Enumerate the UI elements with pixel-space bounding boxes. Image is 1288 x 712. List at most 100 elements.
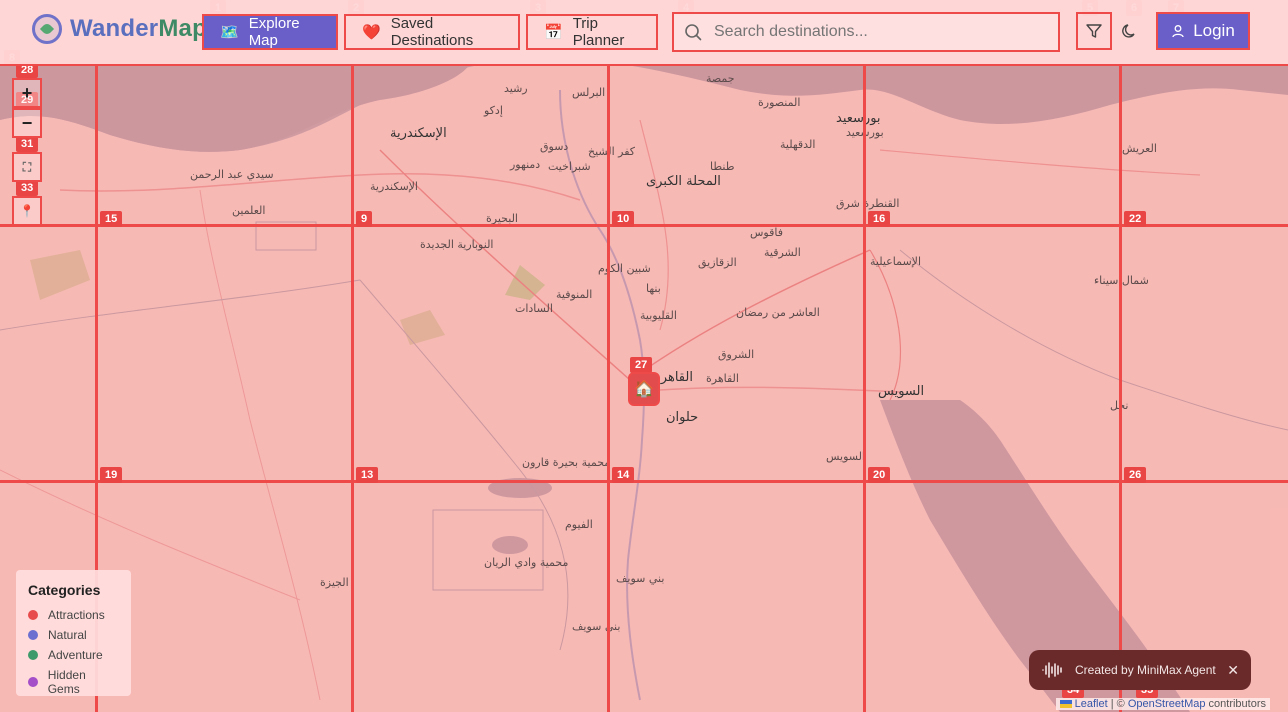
map-label-qarun: محمية بحيرة قارون — [522, 456, 611, 469]
minimax-toast: Created by MiniMax Agent ✕ — [1029, 650, 1251, 690]
map-label-mahalla: المحلة الكبرى — [646, 174, 721, 189]
nav-label: Saved Destinations — [390, 15, 474, 49]
grid-line-v4 — [863, 64, 866, 712]
app-logo[interactable]: WanderMap — [32, 14, 207, 44]
map-label-shorouk: الشروق — [718, 348, 755, 361]
grid-badge: 26 — [1124, 467, 1147, 483]
map-label-tanta: طنطا — [710, 160, 735, 173]
map-label-hamsa: جمصة — [706, 72, 735, 85]
map-label-suez2: السويس — [826, 450, 865, 463]
legend-title: Categories — [28, 582, 101, 598]
location-pin-icon: 📍 — [19, 204, 35, 218]
login-button[interactable]: Login — [1156, 12, 1250, 50]
map-label-damanhur: دمنهور — [510, 158, 541, 171]
grid-badge: 20 — [868, 467, 891, 483]
leaflet-link[interactable]: Leaflet — [1075, 698, 1108, 710]
map-label-ismailia: الإسماعيلية — [870, 255, 921, 268]
hidden-gems-dot-icon — [28, 677, 38, 687]
legend-item: Adventure — [28, 648, 119, 662]
legend-item: Attractions — [28, 608, 119, 622]
grid-line-v2 — [351, 64, 354, 712]
search-bar[interactable] — [672, 12, 1060, 52]
map-label-sharqia: الشرقية — [764, 246, 801, 259]
grid-line-v5 — [1119, 64, 1122, 712]
map-label-rayan: محمية وادي الريان — [484, 556, 569, 569]
map-label-mansoura: المنصورة — [758, 96, 801, 109]
map-label-fayoum: الفيوم — [565, 518, 593, 531]
top-navbar: WanderMap 🗺️ Explore Map ❤️ Saved Destin… — [0, 0, 1288, 66]
map-label-rashid: رشيد — [504, 82, 528, 95]
grid-badge: 14 — [612, 467, 635, 483]
map-label-beni-suef2: بني سويف — [572, 620, 621, 633]
grid-badge: 31 — [16, 136, 39, 152]
search-icon — [685, 24, 702, 41]
map-base-layer — [0, 60, 1288, 712]
filter-icon — [1086, 24, 1102, 38]
moon-icon — [1122, 24, 1135, 38]
nav-trip-planner[interactable]: 📅 Trip Planner — [526, 14, 658, 50]
zoom-in-button[interactable]: + — [12, 78, 42, 108]
map-label-kafr-sheikh: كفر الشيخ — [588, 145, 636, 158]
map-label-sadat: السادات — [515, 302, 553, 315]
waveform-icon — [1042, 662, 1062, 678]
map-icon: 🗺️ — [220, 24, 239, 41]
nav-label: Explore Map — [248, 15, 300, 49]
map-label-sidi-barrani: سيدي عبد الرحمن — [190, 168, 274, 181]
grid-badge: 13 — [356, 467, 379, 483]
user-icon — [1172, 25, 1184, 38]
search-input[interactable] — [712, 22, 1046, 42]
map-attribution: Leaflet | © OpenStreetMap contributors — [1055, 698, 1270, 710]
map-label-zagazig: الزقازيق — [698, 256, 737, 269]
map-label-banha: بنها — [646, 282, 661, 295]
zoom-out-button[interactable]: − — [12, 108, 42, 138]
dark-mode-toggle[interactable] — [1112, 12, 1148, 50]
fullscreen-button[interactable]: ⛶ — [12, 152, 42, 182]
grid-badge: 10 — [612, 211, 635, 227]
map-label-monufia: المنوفية — [556, 288, 593, 301]
map-label-nubaria: النوبارية الجديدة — [420, 238, 494, 251]
ukraine-flag-icon — [1059, 700, 1072, 709]
map-label-desouk: دسوق — [540, 140, 569, 153]
map-label-qalyubia: القليوبية — [640, 309, 677, 322]
map-label-sherakhit: شبراخيت — [548, 160, 591, 173]
filter-button[interactable] — [1076, 12, 1112, 50]
legend-item-label: Attractions — [48, 608, 105, 622]
map-label-alamein: العلمين — [232, 204, 266, 217]
map-label-arish: العريش — [1122, 142, 1157, 155]
map-label-faqus: فاقوس — [750, 226, 783, 239]
close-icon[interactable]: ✕ — [1227, 662, 1239, 679]
legend-item: Natural — [28, 628, 119, 642]
map-label-shibin: شبين الكوم — [598, 262, 651, 275]
map-label-bani-suef: بني سويف — [616, 572, 665, 585]
home-icon: 🏠 — [634, 381, 654, 398]
map-label-idku: إدكو — [484, 104, 503, 117]
locate-button[interactable]: 📍 — [12, 196, 42, 226]
map-label-port-said: بورسعيد — [836, 111, 881, 126]
login-label: Login — [1193, 21, 1235, 40]
grid-badge: 19 — [100, 467, 123, 483]
grid-badge: 15 — [100, 211, 123, 227]
osm-link[interactable]: OpenStreetMap — [1128, 698, 1206, 710]
app-name: WanderMap — [70, 15, 207, 42]
heart-icon: ❤️ — [362, 24, 381, 41]
attractions-dot-icon — [28, 610, 38, 620]
map-label-tenth: العاشر من رمضان — [736, 306, 820, 319]
grid-badge: 33 — [16, 180, 39, 196]
map-label-giza: الجيزة — [320, 576, 349, 589]
grid-badge: 9 — [356, 211, 373, 227]
legend-item-label: Natural — [48, 628, 87, 642]
map-label-dakahlia: الدقهلية — [780, 138, 816, 151]
map-canvas[interactable]: الإسكندرية الإسكندرية سيدي عبد الرحمن ال… — [0, 0, 1288, 712]
nav-explore-map[interactable]: 🗺️ Explore Map — [202, 14, 338, 50]
map-label-cairo2: القاهرة — [706, 372, 739, 385]
nav-label: Trip Planner — [572, 15, 625, 49]
attribution-suffix: contributors — [1205, 698, 1266, 710]
grid-badge: 22 — [1124, 211, 1147, 227]
attribution-separator: | © — [1107, 698, 1128, 710]
map-label-alexandria: الإسكندرية — [390, 126, 447, 141]
map-label-qantara: القنطرة شرق — [836, 197, 900, 210]
nav-saved-destinations[interactable]: ❤️ Saved Destinations — [344, 14, 520, 50]
map-marker-home[interactable]: 🏠 — [628, 372, 660, 406]
legend-item-label: Adventure — [48, 648, 103, 662]
grid-badge: 27 — [630, 357, 653, 373]
